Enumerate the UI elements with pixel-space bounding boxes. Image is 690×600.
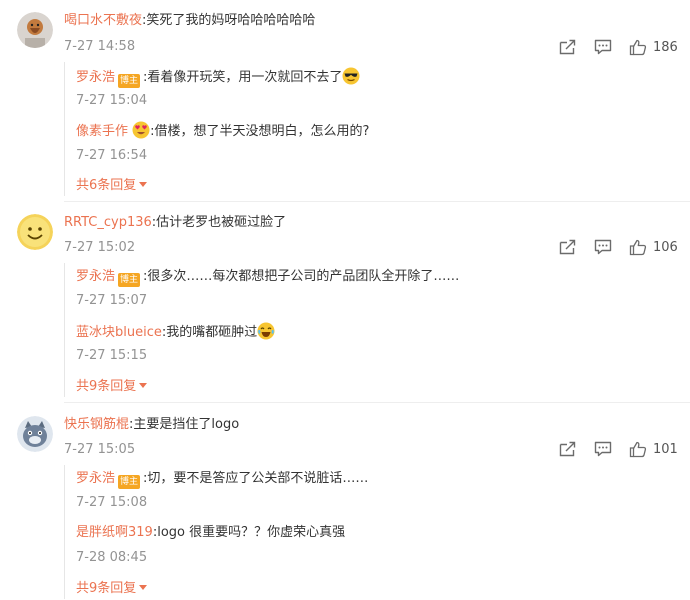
like-count: 186 — [653, 39, 678, 55]
reply-list: 罗永浩 博主:看着像开玩笑，用一次就回不去了 7-27 15:04 像素手作 :借… — [64, 62, 690, 196]
reply-text: :很多次……每次都想把子公司的产品团队全开除了…… — [143, 269, 460, 284]
reply-text: :借楼，想了半天没想明白，怎么用的? — [150, 124, 370, 139]
like-button[interactable]: 101 — [629, 440, 678, 458]
username-link[interactable]: 罗永浩 — [76, 269, 115, 284]
comment-text: :主要是挡住了logo — [129, 417, 240, 432]
reply-text: :我的嘴都砸肿过 — [161, 325, 258, 340]
reply-text: :看着像开玩笑，用一次就回不去了 — [143, 70, 343, 85]
chevron-down-icon — [139, 383, 148, 388]
comment-actions: 101 — [559, 440, 679, 458]
reply-time: 7-27 15:08 — [76, 495, 148, 510]
reply-text: :切，要不是答应了公关部不说脏话…… — [143, 471, 369, 486]
thumbs-up-icon — [629, 239, 647, 255]
username-link[interactable]: RRTC_cyp136 — [64, 215, 152, 230]
blogger-badge: 博主 — [118, 273, 141, 287]
heart-eyes-emoji-icon — [132, 121, 150, 139]
avatar[interactable] — [17, 12, 53, 48]
like-count: 101 — [653, 441, 678, 457]
comment-time: 7-27 15:02 — [64, 240, 136, 255]
more-replies-link[interactable]: 共9条回复 — [76, 581, 148, 597]
chevron-down-icon — [139, 585, 148, 590]
comment-time: 7-27 15:05 — [64, 442, 136, 457]
share-icon — [559, 39, 576, 55]
comment-actions: 106 — [559, 238, 679, 256]
comment-body: 喝口水不敷夜:笑死了我的妈呀哈哈哈哈哈哈 — [64, 12, 315, 30]
reply-time: 7-28 08:45 — [76, 550, 148, 565]
reply-list: 罗永浩 博主:切，要不是答应了公关部不说脏话…… 7-27 15:08 是胖纸啊3… — [64, 465, 690, 599]
share-button[interactable] — [559, 238, 577, 256]
reply-text: :logo 很重要吗？？你虚荣心真强 — [152, 525, 346, 540]
reply-body: 罗永浩 博主:切，要不是答应了公关部不说脏话…… — [76, 470, 368, 489]
chevron-down-icon — [139, 182, 148, 187]
avatar-image — [17, 214, 53, 250]
like-count: 106 — [653, 239, 678, 255]
username-link[interactable]: 快乐钢筋棍 — [64, 417, 129, 432]
comment-body: 快乐钢筋棍:主要是挡住了logo — [64, 416, 239, 434]
blogger-badge: 博主 — [118, 74, 141, 88]
reply-body: 蓝冰块blueice:我的嘴都砸肿过 — [76, 322, 275, 342]
reply-body: 像素手作 :借楼，想了半天没想明白，怎么用的? — [76, 121, 369, 141]
reply-list: 罗永浩 博主:很多次……每次都想把子公司的产品团队全开除了…… 7-27 15:0… — [64, 263, 690, 397]
username-link[interactable]: 罗永浩 — [76, 471, 115, 486]
comment-actions: 186 — [559, 38, 679, 56]
reply-body: 罗永浩 博主:看着像开玩笑，用一次就回不去了 — [76, 67, 360, 88]
reply-body: 是胖纸啊319:logo 很重要吗？？你虚荣心真强 — [76, 524, 345, 542]
comment-text: :笑死了我的妈呀哈哈哈哈哈哈 — [142, 13, 316, 28]
share-button[interactable] — [559, 440, 577, 458]
comment-text: :估计老罗也被砸过脸了 — [151, 215, 287, 230]
reply-time: 7-27 16:54 — [76, 148, 148, 163]
like-button[interactable]: 106 — [629, 238, 678, 256]
thumbs-up-icon — [629, 441, 647, 457]
share-icon — [559, 239, 576, 255]
comment-icon — [594, 441, 612, 457]
username-link[interactable]: 罗永浩 — [76, 70, 115, 85]
reply-time: 7-27 15:15 — [76, 348, 148, 363]
avatar[interactable] — [17, 214, 53, 250]
divider — [64, 402, 690, 403]
comment-icon — [594, 39, 612, 55]
comment-body: RRTC_cyp136:估计老罗也被砸过脸了 — [64, 214, 286, 232]
comment-time: 7-27 14:58 — [64, 39, 136, 54]
thumbs-up-icon — [629, 39, 647, 55]
blogger-badge: 博主 — [118, 475, 141, 489]
username-link[interactable]: 是胖纸啊319 — [76, 525, 153, 540]
avatar[interactable] — [17, 416, 53, 452]
comment-button[interactable] — [594, 38, 612, 56]
username-link[interactable]: 喝口水不敷夜 — [64, 13, 142, 28]
username-link[interactable]: 蓝冰块blueice — [76, 325, 162, 340]
like-button[interactable]: 186 — [629, 38, 678, 56]
avatar-image — [17, 12, 53, 48]
reply-time: 7-27 15:04 — [76, 93, 148, 108]
avatar-image — [17, 416, 53, 452]
divider — [64, 201, 690, 202]
share-button[interactable] — [559, 38, 577, 56]
share-icon — [559, 441, 576, 457]
comment-icon — [594, 239, 612, 255]
comment-button[interactable] — [594, 238, 612, 256]
more-replies-link[interactable]: 共9条回复 — [76, 379, 148, 395]
more-replies-link[interactable]: 共6条回复 — [76, 178, 148, 194]
reply-body: 罗永浩 博主:很多次……每次都想把子公司的产品团队全开除了…… — [76, 268, 459, 287]
username-link[interactable]: 像素手作 — [76, 124, 128, 139]
cool-emoji-icon — [342, 67, 360, 85]
laugh-tears-emoji-icon — [257, 322, 275, 340]
reply-time: 7-27 15:07 — [76, 293, 148, 308]
comment-button[interactable] — [594, 440, 612, 458]
